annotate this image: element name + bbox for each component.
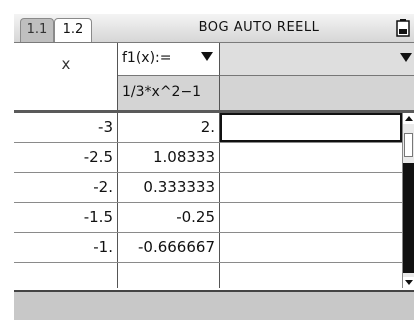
column-c-formula-cell[interactable]: [220, 76, 414, 110]
scroll-track[interactable]: [403, 163, 414, 273]
column-b-name-cell[interactable]: f1(x):=: [118, 43, 220, 76]
column-c-dropdown-icon[interactable]: [400, 53, 412, 62]
cell-x[interactable]: -3: [14, 113, 118, 142]
table-row: -2. 0.333333: [14, 173, 402, 203]
column-a-header[interactable]: x: [14, 43, 118, 110]
cell-f1[interactable]: 1.08333: [118, 143, 220, 172]
column-b-formula: 1/3*x^2−1: [122, 84, 202, 100]
document-toolbar: 1.1 1.2 BOG AUTO REELL: [14, 14, 414, 43]
cell-f1[interactable]: 0.333333: [118, 173, 220, 202]
column-b-name: f1(x):=: [122, 50, 172, 66]
cell-empty[interactable]: [220, 233, 402, 262]
vertical-scrollbar[interactable]: [402, 113, 414, 288]
battery-icon: [396, 19, 410, 37]
table-row: -2.5 1.08333: [14, 143, 402, 173]
cell-x[interactable]: -2.: [14, 173, 118, 202]
table-row: [14, 263, 402, 288]
data-grid: -3 2. -2.5 1.08333 -2. 0.333333 -1.5 -0.…: [14, 113, 402, 288]
table-row: -1.5 -0.25: [14, 203, 402, 233]
cell-x[interactable]: [14, 263, 118, 288]
cell-empty[interactable]: [220, 203, 402, 232]
cell-f1[interactable]: -0.25: [118, 203, 220, 232]
cell-f1[interactable]: -0.666667: [118, 233, 220, 262]
cell-f1[interactable]: 2.: [118, 113, 220, 142]
table-row: -3 2.: [14, 113, 402, 143]
scroll-down-icon[interactable]: [403, 277, 414, 288]
cell-x[interactable]: -2.5: [14, 143, 118, 172]
column-c-name-cell[interactable]: [220, 43, 414, 76]
tab-1-2[interactable]: 1.2: [54, 18, 92, 42]
cell-empty[interactable]: [220, 263, 402, 288]
cell-x[interactable]: -1.: [14, 233, 118, 262]
table-row: -1. -0.666667: [14, 233, 402, 263]
entry-line[interactable]: [14, 290, 414, 320]
cell-selected[interactable]: [220, 113, 402, 142]
document-settings-label: BOG AUTO REELL: [198, 20, 320, 35]
scroll-up-icon[interactable]: [403, 113, 414, 124]
column-b-dropdown-icon[interactable]: [201, 52, 213, 61]
column-a-name: x: [61, 55, 71, 73]
tab-1-1[interactable]: 1.1: [20, 18, 54, 42]
lists-spreadsheet-app: 1.1 1.2 BOG AUTO REELL x f1(x):= 1/3*x^2…: [14, 14, 414, 320]
cell-empty[interactable]: [220, 173, 402, 202]
cell-f1[interactable]: [118, 263, 220, 288]
cell-empty[interactable]: [220, 143, 402, 172]
scroll-thumb[interactable]: [404, 133, 413, 157]
cell-x[interactable]: -1.5: [14, 203, 118, 232]
column-b-formula-cell[interactable]: 1/3*x^2−1: [118, 76, 220, 110]
